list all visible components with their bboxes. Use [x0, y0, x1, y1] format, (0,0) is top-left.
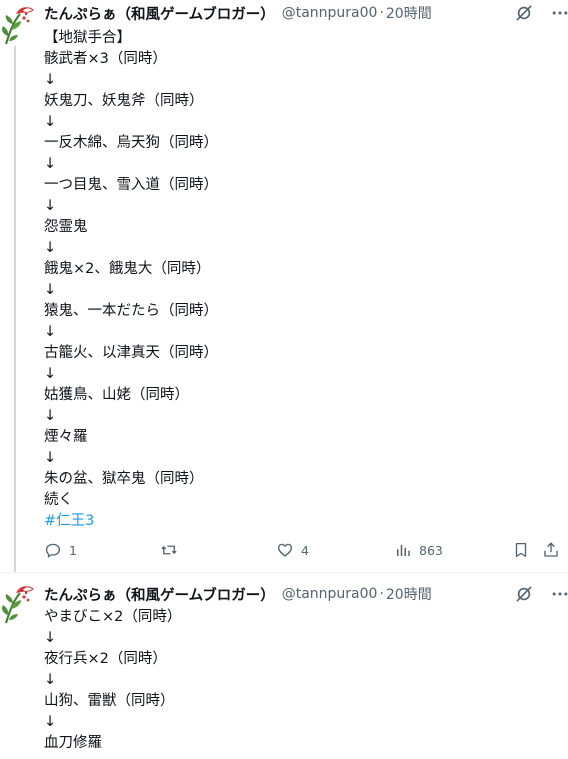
avatar-plant-icon: [2, 586, 34, 624]
more-icon[interactable]: [550, 584, 568, 604]
hashtag-link[interactable]: #仁王3: [44, 511, 218, 532]
share-icon: [544, 542, 558, 557]
text-line: 一つ目鬼、雪入道（同時）: [44, 177, 218, 193]
text-line: 一反木綿、烏天狗（同時）: [44, 135, 218, 151]
text-line: 怨霊鬼: [44, 219, 88, 235]
heart-icon: [277, 543, 293, 557]
tweet-text: やまびこ×2（同時） ↓ 夜行兵×2（同時） ↓ 山狗、雷獣（同時） ↓ 血刀修…: [44, 607, 181, 754]
text-line: 続く: [44, 492, 73, 508]
post-time[interactable]: 20時間: [386, 3, 432, 23]
repost-icon: [161, 545, 177, 555]
grok-icon[interactable]: [514, 3, 534, 23]
text-line: 煙々羅: [44, 429, 88, 445]
author-display-name[interactable]: たんぷらぁ（和風ゲームブロガー）: [44, 3, 275, 24]
more-icon[interactable]: [550, 3, 568, 23]
text-line: ↓: [44, 282, 57, 298]
post-time[interactable]: 20時間: [386, 584, 432, 604]
views-button[interactable]: 863: [394, 538, 443, 562]
reply-count: 1: [69, 542, 77, 558]
avatar[interactable]: [0, 2, 34, 46]
text-line: ↓: [44, 114, 57, 130]
view-count: 863: [419, 542, 443, 558]
text-line: 古籠火、以津真天（同時）: [44, 345, 218, 361]
text-line: 姑獲鳥、山姥（同時）: [44, 387, 189, 403]
avatar[interactable]: [0, 581, 34, 625]
grok-icon[interactable]: [514, 584, 534, 604]
share-button[interactable]: [542, 538, 560, 562]
tweet[interactable]: たんぷらぁ（和風ゲームブロガー） @tannpura00 · 20時間 【地獄手…: [0, 0, 568, 573]
text-line: ↓: [44, 714, 57, 730]
text-line: 骸武者×3（同時）: [44, 51, 167, 67]
text-line: 猿鬼、一本だたら（同時）: [44, 303, 218, 319]
like-button[interactable]: 4: [276, 538, 309, 562]
views-chart-icon: [397, 544, 410, 556]
separator-dot: ·: [379, 586, 384, 602]
repost-button[interactable]: [160, 538, 185, 562]
separator-dot: ·: [379, 5, 384, 21]
text-line: ↓: [44, 408, 57, 424]
tweet-header: たんぷらぁ（和風ゲームブロガー） @tannpura00 · 20時間: [44, 583, 432, 605]
text-line: ↓: [44, 198, 57, 214]
author-display-name[interactable]: たんぷらぁ（和風ゲームブロガー）: [44, 584, 275, 605]
text-line: 朱の盆、獄卒鬼（同時）: [44, 471, 204, 487]
reply-icon: [45, 543, 61, 558]
text-line: 血刀修羅: [44, 735, 102, 751]
text-line: ↓: [44, 240, 57, 256]
text-line: ↓: [44, 324, 57, 340]
bookmark-button[interactable]: [512, 538, 530, 562]
text-line: やまびこ×2（同時）: [44, 609, 182, 625]
text-line: ↓: [44, 366, 57, 382]
author-handle[interactable]: @tannpura00: [282, 5, 378, 21]
like-count: 4: [301, 542, 309, 558]
reply-button[interactable]: 1: [44, 538, 77, 562]
thread-connector-line: [14, 46, 16, 572]
author-handle[interactable]: @tannpura00: [282, 586, 378, 602]
tweet-header: たんぷらぁ（和風ゲームブロガー） @tannpura00 · 20時間: [44, 2, 432, 24]
tweet-text: 【地獄手合】 骸武者×3（同時） ↓ 妖鬼刀、妖鬼斧（同時） ↓ 一反木綿、烏天…: [44, 28, 218, 532]
text-line: 山狗、雷獣（同時）: [44, 693, 175, 709]
bookmark-icon: [515, 542, 527, 558]
text-line: 妖鬼刀、妖鬼斧（同時）: [44, 93, 204, 109]
text-line: 夜行兵×2（同時）: [44, 651, 167, 667]
avatar-plant-icon: [2, 7, 34, 45]
text-line: ↓: [44, 156, 57, 172]
text-line: ↓: [44, 450, 57, 466]
tweet[interactable]: たんぷらぁ（和風ゲームブロガー） @tannpura00 · 20時間 やまびこ…: [0, 573, 568, 759]
text-line: ↓: [44, 672, 57, 688]
tweet-top-actions: [514, 3, 568, 23]
tweet-top-actions: [514, 584, 568, 604]
text-line: ↓: [44, 72, 57, 88]
text-line: 餓鬼×2、餓鬼大（同時）: [44, 261, 211, 277]
tweet-action-bar: 1 4 863: [44, 538, 564, 562]
text-line: ↓: [44, 630, 57, 646]
text-line: 【地獄手合】: [44, 30, 131, 46]
